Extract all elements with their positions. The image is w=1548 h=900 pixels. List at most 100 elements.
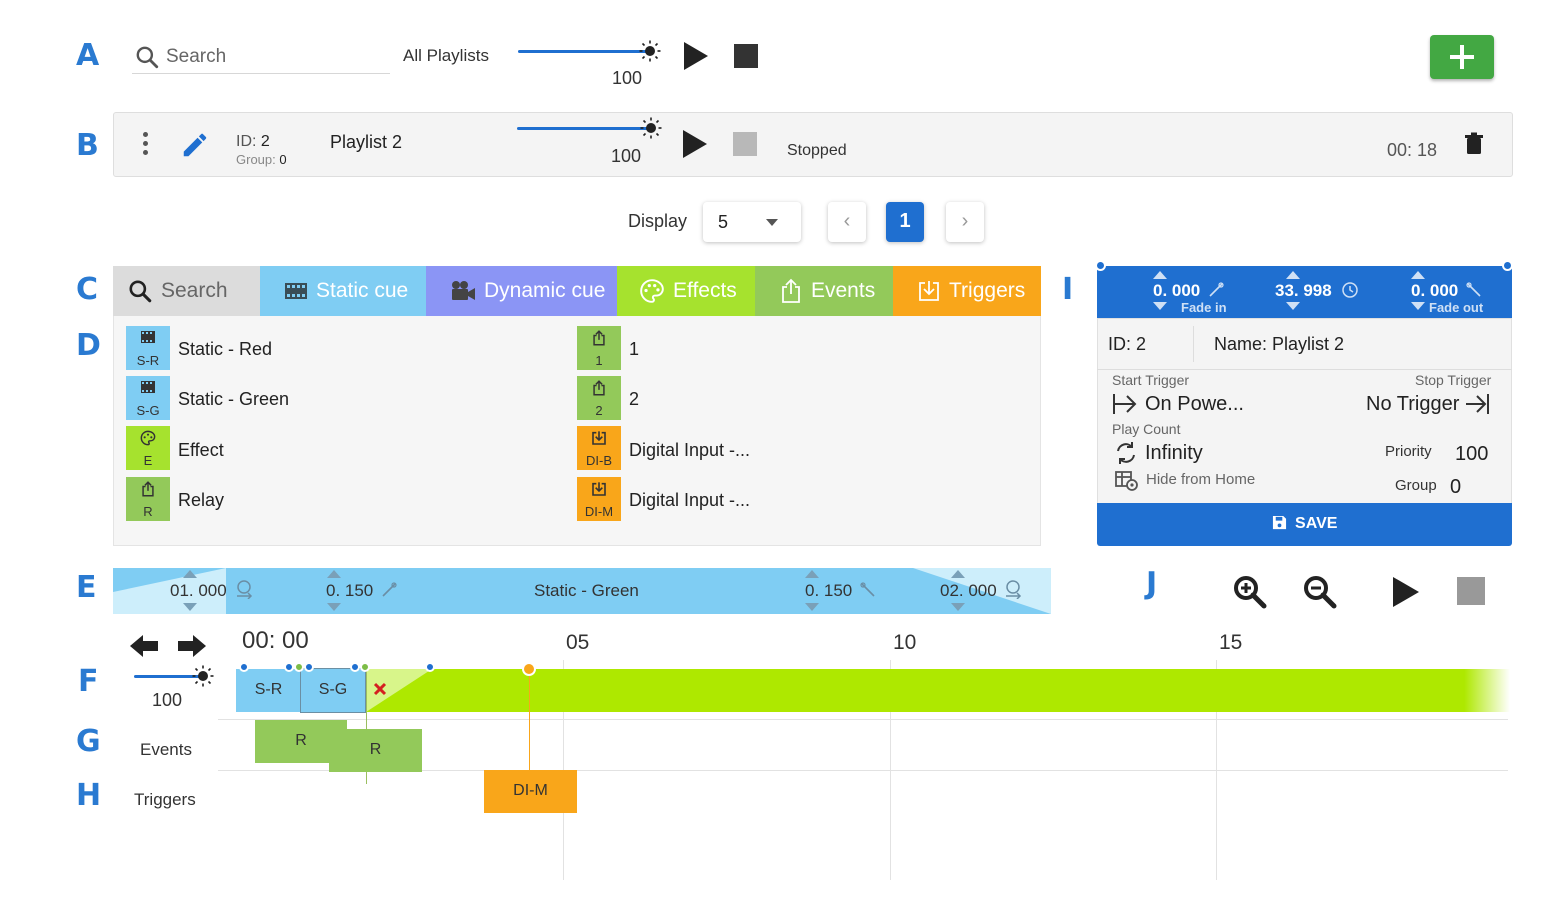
playlist-brightness-slider[interactable] xyxy=(517,127,650,130)
cue-chip-relay[interactable]: R xyxy=(126,477,170,521)
play-count-select[interactable]: Infinity xyxy=(1145,442,1203,465)
timeline-cue-block-s-r[interactable]: S-R xyxy=(236,669,301,712)
timeline-cue-block-s-g[interactable]: S-G xyxy=(301,669,365,712)
duration-value[interactable]: 33. 998 xyxy=(1275,281,1332,301)
cue-item-effect[interactable]: Effect xyxy=(178,440,224,461)
fade-handle[interactable] xyxy=(360,662,370,672)
cue-chip-effect[interactable]: E xyxy=(126,426,170,470)
start-trigger-select[interactable]: On Powe... xyxy=(1145,393,1244,416)
fade-in-icon xyxy=(382,582,397,597)
tab-dynamic-cue[interactable]: Dynamic cue xyxy=(426,266,617,316)
priority-label: Priority xyxy=(1385,443,1432,460)
fade-handle[interactable] xyxy=(294,662,304,672)
tab-static-cue[interactable]: Static cue xyxy=(260,266,426,316)
cue-fade-in-value[interactable]: 0. 150 xyxy=(326,581,373,601)
delete-trash-icon[interactable] xyxy=(1464,132,1484,156)
fade-out-increment[interactable] xyxy=(1411,271,1425,279)
video-camera-icon xyxy=(452,281,475,300)
stop-trigger-select[interactable]: No Trigger xyxy=(1366,393,1459,416)
trigger-marker-handle[interactable] xyxy=(522,662,536,676)
playlist-play-button[interactable] xyxy=(683,130,707,158)
prev-page-button[interactable]: ‹ xyxy=(828,202,866,242)
timeline-tick: 05 xyxy=(566,631,590,654)
cue-fade-in-increment[interactable] xyxy=(327,570,341,578)
fade-handle[interactable] xyxy=(350,662,360,672)
cue-item-event-1[interactable]: 1 xyxy=(629,339,639,360)
cue-chip-event-1[interactable]: 1 xyxy=(577,326,621,370)
row-label-a: A xyxy=(76,38,100,73)
cue-fade-out-decrement[interactable] xyxy=(805,603,819,611)
fade-out-label: Fade out xyxy=(1429,300,1484,315)
timeline-stop-button[interactable] xyxy=(1457,577,1485,605)
zoom-out-icon[interactable] xyxy=(1302,574,1338,610)
cue-item-static-red[interactable]: Static - Red xyxy=(178,339,272,360)
stop-all-button[interactable] xyxy=(734,44,758,68)
resize-handle[interactable] xyxy=(1502,260,1513,271)
duration-increment[interactable] xyxy=(1286,271,1300,279)
fade-out-decrement[interactable] xyxy=(1411,302,1425,310)
timeline-forward-button[interactable] xyxy=(176,632,208,660)
details-name-field[interactable]: Name: Playlist 2 xyxy=(1214,334,1344,355)
cue-fade-out-increment[interactable] xyxy=(805,570,819,578)
fade-handle[interactable] xyxy=(284,662,294,672)
play-all-button[interactable] xyxy=(684,42,708,70)
fade-in-decrement[interactable] xyxy=(1153,302,1167,310)
timeline-back-button[interactable] xyxy=(128,632,160,660)
cue-chip-static-red[interactable]: S-R xyxy=(126,326,170,370)
brightness-icon[interactable] xyxy=(639,40,661,62)
cue-item-digital-input-b[interactable]: Digital Input -... xyxy=(629,440,750,461)
display-count-select[interactable]: 5 xyxy=(703,202,801,242)
timeline-trigger-block[interactable]: DI-M xyxy=(484,770,577,813)
fade-handle[interactable] xyxy=(425,662,435,672)
priority-input[interactable]: 100 xyxy=(1455,443,1488,466)
cue-chip-event-2[interactable]: 2 xyxy=(577,376,621,420)
add-playlist-button[interactable] xyxy=(1430,35,1494,79)
start-delay-decrement[interactable] xyxy=(183,603,197,611)
playlist-id-value: 2 xyxy=(260,133,270,150)
duration-decrement[interactable] xyxy=(1286,302,1300,310)
cue-item-digital-input-m[interactable]: Digital Input -... xyxy=(629,490,750,511)
timeline-current-time: 00: 00 xyxy=(242,627,309,654)
resize-handle[interactable] xyxy=(1095,260,1106,271)
tab-triggers[interactable]: Triggers xyxy=(893,266,1041,316)
cue-item-relay[interactable]: Relay xyxy=(178,490,224,511)
fade-out-value[interactable]: 0. 000 xyxy=(1411,281,1458,301)
details-id-value: 2 xyxy=(1136,334,1147,354)
cue-item-event-2[interactable]: 2 xyxy=(629,389,639,410)
cue-item-static-green[interactable]: Static - Green xyxy=(178,389,289,410)
fade-in-increment[interactable] xyxy=(1153,271,1167,279)
effect-track-block[interactable] xyxy=(366,669,1510,712)
zoom-in-icon[interactable] xyxy=(1232,574,1268,610)
edit-pencil-icon[interactable] xyxy=(180,130,210,160)
cue-chip-digital-input-m[interactable]: DI-M xyxy=(577,477,621,521)
page-1-button[interactable]: 1 xyxy=(886,202,924,242)
end-delay-decrement[interactable] xyxy=(951,603,965,611)
tab-events[interactable]: Events xyxy=(755,266,893,316)
end-delay-value[interactable]: 02. 000 xyxy=(940,581,997,601)
playlist-stop-button[interactable] xyxy=(733,132,757,156)
cue-fade-in-decrement[interactable] xyxy=(327,603,341,611)
save-button[interactable]: SAVE xyxy=(1097,503,1512,546)
master-brightness-slider[interactable] xyxy=(518,50,650,53)
details-group-input[interactable]: 0 xyxy=(1450,476,1461,499)
brightness-icon[interactable] xyxy=(192,665,214,687)
fade-in-value[interactable]: 0. 000 xyxy=(1153,281,1200,301)
timeline-play-button[interactable] xyxy=(1393,577,1419,607)
remove-cross-icon[interactable] xyxy=(373,682,387,696)
next-page-button[interactable]: › xyxy=(946,202,984,242)
hide-from-home-icon[interactable] xyxy=(1115,470,1139,492)
search-input[interactable]: Search xyxy=(132,40,390,74)
cue-chip-static-green[interactable]: S-G xyxy=(126,376,170,420)
timeline-event-block[interactable]: R xyxy=(329,729,422,772)
cue-chip-digital-input-b[interactable]: DI-B xyxy=(577,426,621,470)
cue-search-tab[interactable]: Search xyxy=(113,266,260,316)
fade-handle[interactable] xyxy=(239,662,249,672)
tab-effects[interactable]: Effects xyxy=(617,266,755,316)
fade-handle[interactable] xyxy=(304,662,314,672)
more-options-icon[interactable] xyxy=(143,132,148,159)
cue-fade-out-value[interactable]: 0. 150 xyxy=(805,581,852,601)
start-delay-increment[interactable] xyxy=(183,570,197,578)
brightness-icon[interactable] xyxy=(640,117,662,139)
start-delay-value[interactable]: 01. 000 xyxy=(170,581,227,601)
end-delay-increment[interactable] xyxy=(951,570,965,578)
